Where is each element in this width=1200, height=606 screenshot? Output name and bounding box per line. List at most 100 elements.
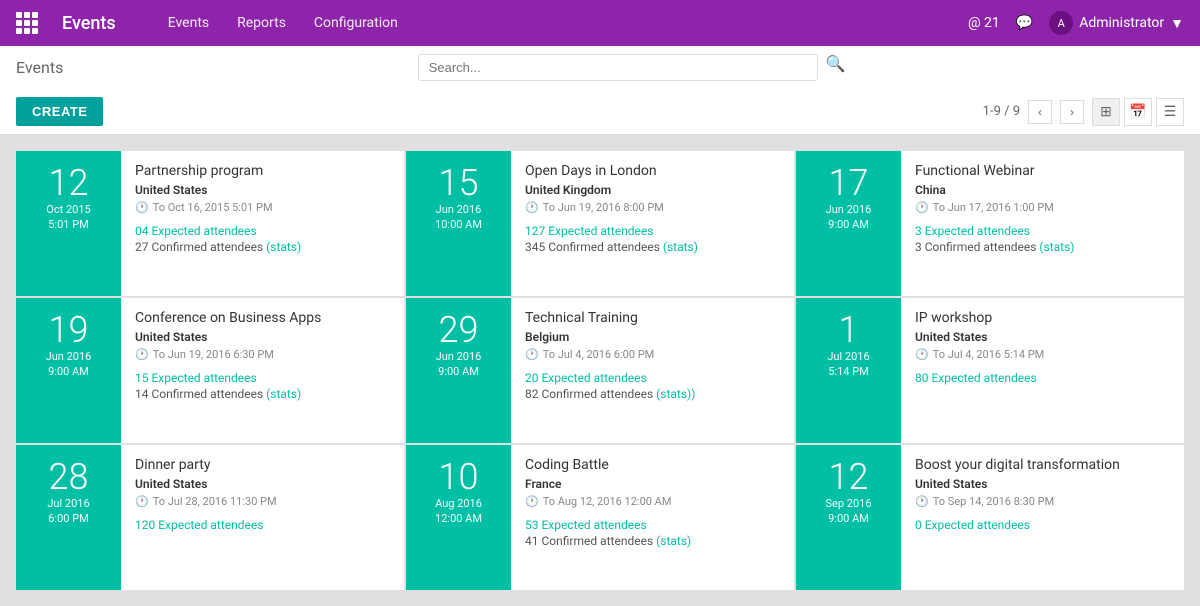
event-time: 5:01 PM [48, 218, 88, 231]
event-day: 12 [49, 165, 89, 201]
expected-label: Expected attendees [925, 518, 1030, 532]
event-month-year: Jun 2016 [436, 203, 482, 216]
event-time: 10:00 AM [435, 218, 482, 231]
event-to-date: 🕐 To Jul 4, 2016 6:00 PM [525, 348, 780, 361]
subheader-actions: CREATE 1-9 / 9 ‹ › ⊞ 📅 ☰ [16, 89, 1184, 134]
event-date-column: 12 Sep 2016 9:00 AM [796, 445, 901, 590]
clock-icon: 🕐 [915, 348, 929, 361]
event-time: 5:14 PM [828, 365, 868, 378]
event-month-year: Aug 2016 [435, 497, 482, 510]
event-to-date: 🕐 To Jun 19, 2016 8:00 PM [525, 201, 780, 214]
expected-count: 80 [915, 371, 929, 385]
event-info: Open Days in London United Kingdom 🕐 To … [511, 151, 794, 296]
search-input[interactable] [418, 54, 818, 81]
subheader-top: Events 🔍 [16, 46, 1184, 89]
event-date-column: 1 Jul 2016 5:14 PM [796, 298, 901, 443]
clock-icon: 🕐 [525, 348, 539, 361]
confirmed-attendees: 27 Confirmed attendees (stats) [135, 240, 390, 254]
event-time: 9:00 AM [828, 512, 869, 525]
next-page-button[interactable]: › [1060, 100, 1084, 124]
app-name: Events [62, 13, 116, 34]
prev-page-button[interactable]: ‹ [1028, 100, 1052, 124]
nav-links: Events Reports Configuration [156, 11, 410, 35]
event-month-year: Jul 2016 [827, 350, 869, 363]
stats-link[interactable]: (stats) [266, 240, 301, 254]
clock-icon: 🕐 [915, 495, 929, 508]
stats-link[interactable]: (stats)) [656, 387, 695, 401]
event-name[interactable]: Partnership program [135, 163, 390, 179]
event-info: Dinner party United States 🕐 To Jul 28, … [121, 445, 404, 590]
admin-label: Administrator [1079, 15, 1164, 31]
stats-link[interactable]: (stats) [1039, 240, 1074, 254]
confirmed-attendees: 14 Confirmed attendees (stats) [135, 387, 390, 401]
nav-configuration[interactable]: Configuration [302, 11, 410, 35]
event-card[interactable]: 29 Jun 2016 9:00 AM Technical Training B… [406, 298, 794, 443]
event-name[interactable]: Functional Webinar [915, 163, 1170, 179]
event-name[interactable]: Dinner party [135, 457, 390, 473]
expected-attendees: 15 Expected attendees [135, 371, 390, 385]
pagination: 1-9 / 9 ‹ › ⊞ 📅 ☰ [983, 98, 1184, 126]
stats-link[interactable]: (stats) [663, 240, 698, 254]
expected-label: Expected attendees [158, 518, 263, 532]
event-card[interactable]: 17 Jun 2016 9:00 AM Functional Webinar C… [796, 151, 1184, 296]
nav-reports[interactable]: Reports [225, 11, 298, 35]
event-country: United States [135, 183, 390, 197]
event-date-column: 19 Jun 2016 9:00 AM [16, 298, 121, 443]
search-bar: 🔍 [79, 54, 1184, 81]
event-name[interactable]: Technical Training [525, 310, 780, 326]
event-card[interactable]: 15 Jun 2016 10:00 AM Open Days in London… [406, 151, 794, 296]
stats-link[interactable]: (stats) [656, 534, 691, 548]
expected-count: 15 [135, 371, 149, 385]
event-name[interactable]: IP workshop [915, 310, 1170, 326]
admin-chevron-icon: ▼ [1170, 15, 1184, 32]
create-button[interactable]: CREATE [16, 97, 103, 126]
subheader: Events 🔍 CREATE 1-9 / 9 ‹ › ⊞ 📅 ☰ [0, 46, 1200, 135]
event-day: 12 [829, 459, 869, 495]
app-grid-icon[interactable] [16, 12, 38, 34]
topbar-right: @ 21 💬 A Administrator ▼ [968, 11, 1184, 35]
event-to-date: 🕐 To Sep 14, 2016 8:30 PM [915, 495, 1170, 508]
expected-attendees: 3 Expected attendees [915, 224, 1170, 238]
event-card[interactable]: 28 Jul 2016 6:00 PM Dinner party United … [16, 445, 404, 590]
confirmed-attendees: 345 Confirmed attendees (stats) [525, 240, 780, 254]
event-name[interactable]: Open Days in London [525, 163, 780, 179]
event-to-date: 🕐 To Jul 28, 2016 11:30 PM [135, 495, 390, 508]
expected-count: 3 [915, 224, 922, 238]
expected-count: 53 [525, 518, 539, 532]
expected-count: 0 [915, 518, 922, 532]
event-name[interactable]: Boost your digital transformation [915, 457, 1170, 473]
event-month-year: Jul 2016 [47, 497, 89, 510]
event-month-year: Jun 2016 [826, 203, 872, 216]
notifications-badge[interactable]: @ 21 [968, 15, 1000, 31]
event-card[interactable]: 10 Aug 2016 12:00 AM Coding Battle Franc… [406, 445, 794, 590]
event-name[interactable]: Conference on Business Apps [135, 310, 390, 326]
stats-link[interactable]: (stats) [266, 387, 301, 401]
confirmed-attendees: 41 Confirmed attendees (stats) [525, 534, 780, 548]
chat-icon[interactable]: 💬 [1016, 15, 1033, 31]
search-icon[interactable]: 🔍 [826, 54, 846, 81]
event-card[interactable]: 19 Jun 2016 9:00 AM Conference on Busine… [16, 298, 404, 443]
event-time: 9:00 AM [48, 365, 89, 378]
calendar-view-button[interactable]: 📅 [1124, 98, 1152, 126]
events-grid: 12 Oct 2015 5:01 PM Partnership program … [0, 135, 1200, 606]
event-info: IP workshop United States 🕐 To Jul 4, 20… [901, 298, 1184, 443]
expected-attendees: 0 Expected attendees [915, 518, 1170, 532]
list-view-button[interactable]: ☰ [1156, 98, 1184, 126]
nav-events[interactable]: Events [156, 11, 221, 35]
event-card[interactable]: 12 Oct 2015 5:01 PM Partnership program … [16, 151, 404, 296]
pagination-text: 1-9 / 9 [983, 104, 1020, 119]
confirmed-attendees: 82 Confirmed attendees (stats)) [525, 387, 780, 401]
event-time: 9:00 AM [438, 365, 479, 378]
event-card[interactable]: 12 Sep 2016 9:00 AM Boost your digital t… [796, 445, 1184, 590]
event-name[interactable]: Coding Battle [525, 457, 780, 473]
page-title: Events [16, 58, 63, 77]
kanban-view-button[interactable]: ⊞ [1092, 98, 1120, 126]
event-country: China [915, 183, 1170, 197]
event-day: 15 [439, 165, 479, 201]
event-info: Partnership program United States 🕐 To O… [121, 151, 404, 296]
event-date-column: 17 Jun 2016 9:00 AM [796, 151, 901, 296]
event-card[interactable]: 1 Jul 2016 5:14 PM IP workshop United St… [796, 298, 1184, 443]
event-month-year: Jun 2016 [46, 350, 92, 363]
admin-menu[interactable]: A Administrator ▼ [1049, 11, 1184, 35]
expected-attendees: 120 Expected attendees [135, 518, 390, 532]
